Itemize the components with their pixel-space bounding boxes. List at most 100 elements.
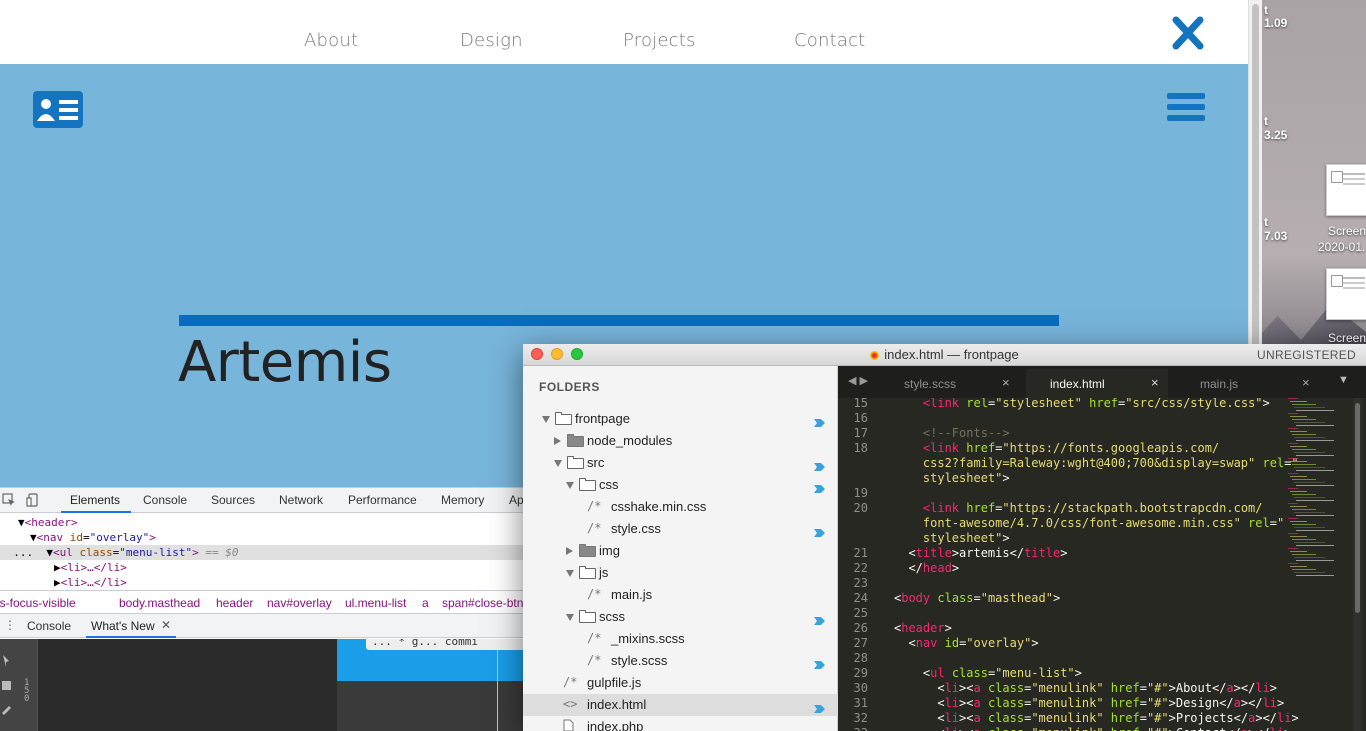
drawer-tab-console[interactable]: Console [27,619,71,633]
editor-scrollbar[interactable] [1353,398,1362,731]
nav-link-contact[interactable]: Contact [794,30,865,51]
tree-file[interactable]: /* style.scss [523,650,838,672]
nav-link-projects[interactable]: Projects [623,30,696,51]
id-card-icon[interactable] [33,91,83,128]
tab-network[interactable]: Network [279,493,323,507]
tree-item-label: csshake.min.css [611,499,707,514]
drawer-tab-whats-new[interactable]: What's New [91,619,155,633]
editor-scrollbar-thumb[interactable] [1355,403,1360,613]
editor-tab-bar: ◀ ▶ style.scss × index.html × main.js × … [838,366,1366,398]
tab-sources[interactable]: Sources [211,493,255,507]
tab-elements[interactable]: Elements [70,493,120,507]
dom-node-ul-selected[interactable]: ... ▼<ul class="menu-list"> == $0 [0,545,530,560]
tab-performance[interactable]: Performance [348,493,417,507]
hamburger-menu-icon[interactable] [1167,93,1205,127]
breadcrumb-body[interactable]: body.masthead [119,596,200,610]
tab-dropdown-icon[interactable]: ▼ [1338,374,1349,386]
minimap-line [1296,410,1334,411]
tab-memory[interactable]: Memory [441,493,484,507]
tree-file[interactable]: /* csshake.min.css [523,496,838,518]
line-number: 22 [853,561,868,575]
dom-node-li[interactable]: ▶<li>…</li> [54,575,127,590]
disclosure-open-icon[interactable] [566,482,574,489]
tree-folder[interactable]: frontpage [523,408,838,430]
dom-node-nav[interactable]: ▼<nav id="overlay"> [30,530,156,545]
tree-folder[interactable]: js [523,562,838,584]
minimap-line [1292,554,1316,555]
tree-item-label: style.css [611,521,661,536]
tree-folder[interactable]: node_modules [523,430,838,452]
dom-node-li[interactable]: ▶<li>…</li> [54,560,127,575]
inspect-element-icon[interactable] [2,493,16,507]
tree-file[interactable]: index.php [523,716,838,731]
minimap-line [1296,530,1334,531]
tab-console[interactable]: Console [143,493,187,507]
tree-file[interactable]: /* _mixins.scss [523,628,838,650]
minimap-line [1290,506,1307,507]
tree-file[interactable]: <> index.html [523,694,838,716]
drawer-menu-icon[interactable]: ⋮ [4,618,16,632]
drawer-tooltip: ... * g... commi [366,639,530,650]
git-status-icon [814,657,825,669]
disclosure-closed-icon[interactable] [566,547,573,555]
site-top-nav: About Design Projects Contact [0,0,1248,64]
nav-link-about[interactable]: About [304,30,358,51]
window-title-text: index.html — frontpage [884,347,1019,362]
folder-open-icon [579,610,596,623]
drawer-tab-close-icon[interactable]: ✕ [161,618,171,632]
code-line: css2?family=Raleway:wght@400;700&display… [922,456,1299,470]
breadcrumb-html[interactable]: html.js-focus-visible [0,596,76,610]
tab-close-icon[interactable]: × [1302,375,1310,390]
disclosure-open-icon[interactable] [554,460,562,467]
device-toolbar-icon[interactable] [26,493,40,507]
desktop-label: 3.25 [1264,128,1288,142]
nav-link-design[interactable]: Design [460,30,523,51]
minimap-line [1290,476,1307,477]
hero-title: Artemis [178,330,392,395]
tree-folder[interactable]: src [523,452,838,474]
breadcrumb-span[interactable]: span#close-btn [442,596,523,610]
tree-file[interactable]: /* gulpfile.js [523,672,838,694]
disclosure-open-icon[interactable] [566,570,574,577]
tree-folder[interactable]: img [523,540,838,562]
tree-folder[interactable]: scss [523,606,838,628]
tab-main-js[interactable]: main.js × [1176,369,1318,398]
screenshot-thumbnail[interactable] [1326,268,1366,320]
node-tag: <li>…</li> [60,576,127,589]
close-icon[interactable] [1170,14,1206,52]
minimap[interactable] [1288,398,1348,598]
minimap-line [1292,464,1316,465]
folder-open-icon [579,566,596,579]
tab-close-icon[interactable]: × [1151,375,1159,390]
breadcrumb-text: ul.menu-list [345,596,407,610]
minimap-line [1294,512,1325,513]
node-val: "menu-list" [119,546,193,559]
tree-item-label: src [587,455,605,470]
breadcrumb-header[interactable]: header [216,596,253,610]
breadcrumb-text: body.masthead [119,596,201,610]
tree-file[interactable]: /* style.css [523,518,838,540]
folder-open-icon [555,412,572,425]
tab-index-html[interactable]: index.html × [1026,369,1168,398]
minimap-line [1294,422,1325,423]
breadcrumb-a[interactable]: a [422,596,429,610]
tab-style-scss[interactable]: style.scss × [886,369,1021,398]
tab-nav-arrows-icon[interactable]: ◀ ▶ [848,374,868,387]
tree-item-label: gulpfile.js [587,675,642,690]
pointer-tools-icon[interactable] [0,651,14,721]
devtools-panel: Elements Console Sources Network Perform… [0,487,530,731]
minimap-line [1290,536,1307,537]
tree-folder[interactable]: css [523,474,838,496]
tab-application[interactable]: Ap [509,493,524,507]
disclosure-open-icon[interactable] [566,614,574,621]
breadcrumb-ul[interactable]: ul.menu-list [345,596,406,610]
code-editor[interactable]: 15 <link rel="stylesheet" href="src/css/… [838,398,1366,731]
disclosure-open-icon[interactable] [542,416,550,423]
disclosure-closed-icon[interactable] [554,437,561,445]
line-number: 32 [853,711,868,725]
screenshot-thumbnail[interactable] [1326,164,1366,216]
tab-close-icon[interactable]: × [1002,375,1010,390]
tree-file[interactable]: /* main.js [523,584,838,606]
breadcrumb-nav[interactable]: nav#overlay [267,596,332,610]
dom-node-header[interactable]: ▼<header> [18,515,78,530]
